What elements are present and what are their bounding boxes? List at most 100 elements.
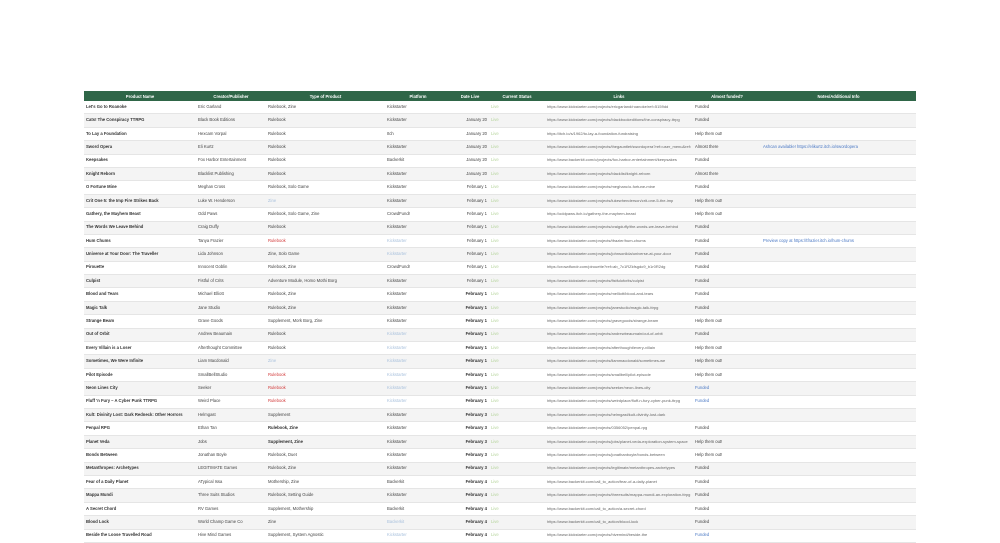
cell-status[interactable]: Live (489, 140, 545, 155)
cell-date-live[interactable]: January 20 (451, 154, 489, 168)
cell-status[interactable]: Live (489, 421, 545, 436)
cell-product-name[interactable]: Magic Talk (84, 301, 196, 316)
cell-platform[interactable]: CrowdFundr (385, 207, 451, 222)
header-notes[interactable]: Notes/Additional Info (761, 91, 916, 101)
cell-date-live[interactable]: February 4 (451, 488, 489, 503)
cell-product-type[interactable]: Rulebook (266, 341, 385, 356)
cell-creator[interactable]: Odd Paws (196, 207, 266, 222)
cell-product-name[interactable]: Cats! The Conspiracy TTRPG (84, 113, 196, 128)
cell-platform[interactable]: Kickstarter (385, 354, 451, 369)
cell-creator[interactable]: Eli Kurtz (196, 140, 266, 155)
table-row[interactable]: Knight Reborn Blacklist Publishing Ruleboo… (84, 167, 916, 182)
cell-status[interactable]: Live (489, 261, 545, 276)
cell-date-live[interactable]: February 4 (451, 529, 489, 543)
cell-funded[interactable]: Help them out! (693, 341, 761, 356)
cell-notes[interactable] (761, 448, 916, 463)
cell-platform[interactable]: Kickstarter (385, 529, 451, 543)
table-row[interactable]: Hum Chums Tanya Frazier Rulebook Kickstarte… (84, 234, 916, 249)
cell-link[interactable]: https://www.kickstarter.com/projects/bla… (545, 167, 693, 182)
cell-funded[interactable]: Help them out! (693, 207, 761, 222)
cell-platform[interactable]: Kickstarter (385, 247, 451, 262)
cell-product-type[interactable]: Rulebook (266, 368, 385, 383)
cell-product-type[interactable]: Rulebook (266, 395, 385, 409)
cell-product-type[interactable]: Rulebook (266, 381, 385, 396)
cell-link[interactable]: https://www.kickstarter.com/projects/thr… (545, 488, 693, 503)
cell-creator[interactable]: Three Suits Studios (196, 488, 266, 503)
cell-creator[interactable]: Helmgast (196, 408, 266, 423)
table-row[interactable]: Beside the Loose Travelled Road Hive Mind… (84, 529, 916, 543)
cell-product-name[interactable]: Mappa Mundi (84, 488, 196, 503)
table-row[interactable]: Crit One 5: the Imp Fire Strikes Back Luk… (84, 194, 916, 209)
cell-date-live[interactable]: February 1 (451, 341, 489, 356)
cell-platform[interactable]: Kickstarter (385, 287, 451, 302)
cell-funded[interactable]: Funded (693, 301, 761, 316)
cell-link[interactable]: https://www.kickstarter.com/projects/bla… (545, 113, 693, 128)
cell-funded[interactable]: Funded (693, 421, 761, 436)
header-almost-funded[interactable]: Almost funded? (693, 91, 761, 101)
table-row[interactable]: Planet Veda Jobs Supplement, Zine Kickstart… (84, 435, 916, 450)
cell-creator[interactable]: Blacklist Publishing (196, 167, 266, 182)
table-row[interactable]: Culpist Fistful of Crits Adventure Module,… (84, 274, 916, 289)
cell-product-name[interactable]: Neon Lines City (84, 381, 196, 396)
table-row[interactable]: Blood Lock World Champ Game Co Zine Backerk… (84, 515, 916, 530)
cell-link[interactable]: https://www.kickstarter.com/projects/mel… (545, 287, 693, 302)
link-text[interactable]: https://www.kickstarter.com/projects/bla… (547, 172, 691, 177)
cell-funded[interactable]: Funded (693, 475, 761, 490)
cell-link[interactable]: https://www.kickstarter.com/projects/job… (545, 435, 693, 450)
header-creator-publisher[interactable]: Creator/Publisher (196, 91, 266, 101)
cell-product-name[interactable]: Pilot Episode (84, 368, 196, 383)
table-row[interactable]: Out of Orbit Andrew Beaumain Rulebook Kicks… (84, 328, 916, 343)
cell-funded[interactable]: Funded (693, 287, 761, 302)
cell-link[interactable]: https://www.kickstarter.com/projects/aft… (545, 341, 693, 356)
cell-platform[interactable]: Kickstarter (385, 180, 451, 195)
cell-product-name[interactable]: Blood Lock (84, 515, 196, 530)
link-text[interactable]: https://www.kickstarter.com/projects/hiv… (547, 533, 691, 538)
link-text[interactable]: https://www.kickstarter.com/projects/jon… (547, 453, 691, 458)
cell-platform[interactable]: Kickstarter (385, 341, 451, 356)
cell-creator[interactable]: Tanya Frazier (196, 234, 266, 249)
cell-creator[interactable]: Andrew Beaumain (196, 328, 266, 343)
cell-product-name[interactable]: Strange Beam (84, 314, 196, 329)
cell-product-name[interactable]: Penpal RPG (84, 421, 196, 436)
cell-product-name[interactable]: Crit One 5: the Imp Fire Strikes Back (84, 194, 196, 209)
cell-product-name[interactable]: To Lay a Foundation (84, 127, 196, 142)
cell-product-name[interactable]: A Secret Chord (84, 502, 196, 517)
link-text[interactable]: https://www.kickstarter.com/projects/cra… (547, 225, 691, 230)
cell-product-name[interactable]: Fluff 'n Fury – A Cyber Punk TTRPG (84, 395, 196, 409)
table-row[interactable]: Pilot Episode SmallBellStudio Rulebook Kick… (84, 368, 916, 383)
cell-date-live[interactable]: February 1 (451, 247, 489, 262)
cell-link[interactable]: https://www.kickstarter.com/projects/eri… (545, 101, 693, 115)
cell-notes[interactable] (761, 395, 916, 409)
cell-date-live[interactable]: February 3 (451, 448, 489, 463)
cell-funded[interactable]: Funded (693, 328, 761, 343)
cell-creator[interactable]: Afterthought Committee (196, 341, 266, 356)
cell-date-live[interactable]: February 1 (451, 194, 489, 209)
link-text[interactable]: https://www.kickstarter.com/projects/jan… (547, 306, 691, 311)
cell-creator[interactable]: Ethan Tan (196, 421, 266, 436)
link-text[interactable]: https://www.kickstarter.com/projects/the… (547, 145, 691, 150)
link-text[interactable]: https://www.kickstarter.com/projects/meg… (547, 185, 691, 190)
cell-date-live[interactable]: February 3 (451, 462, 489, 476)
cell-product-type[interactable]: Rulebook, Zine (266, 462, 385, 476)
table-row[interactable]: To Lay a Foundation Hexcam Vorpal Rulebook… (84, 127, 916, 142)
cell-notes[interactable] (761, 462, 916, 476)
cell-status[interactable]: Live (489, 234, 545, 249)
link-text[interactable]: https://itch.io/s/1962/to-lay-a-foundati… (547, 132, 691, 137)
cell-product-type[interactable]: Rulebook, Zine (266, 421, 385, 436)
table-row[interactable]: Magic Talk Jane Studio Rulebook, Zine Kicks… (84, 301, 916, 316)
cell-product-name[interactable]: Bonds Between (84, 448, 196, 463)
cell-platform[interactable]: Kickstarter (385, 113, 451, 128)
cell-product-name[interactable]: The Words We Leave Behind (84, 221, 196, 235)
cell-link[interactable]: https://oddpaws.itch.io/gathery-the-mayh… (545, 207, 693, 222)
cell-funded[interactable]: Funded (693, 180, 761, 195)
cell-product-type[interactable]: Rulebook (266, 167, 385, 182)
cell-platform[interactable]: Kickstarter (385, 167, 451, 182)
cell-creator[interactable]: Liam Macdonald (196, 354, 266, 369)
cell-notes[interactable] (761, 475, 916, 490)
cell-notes[interactable] (761, 301, 916, 316)
cell-notes[interactable] (761, 207, 916, 222)
cell-platform[interactable]: Kickstarter (385, 448, 451, 463)
cell-product-type[interactable]: Rulebook, Duet (266, 448, 385, 463)
cell-status[interactable]: Live (489, 194, 545, 209)
cell-platform[interactable]: Kickstarter (385, 328, 451, 343)
